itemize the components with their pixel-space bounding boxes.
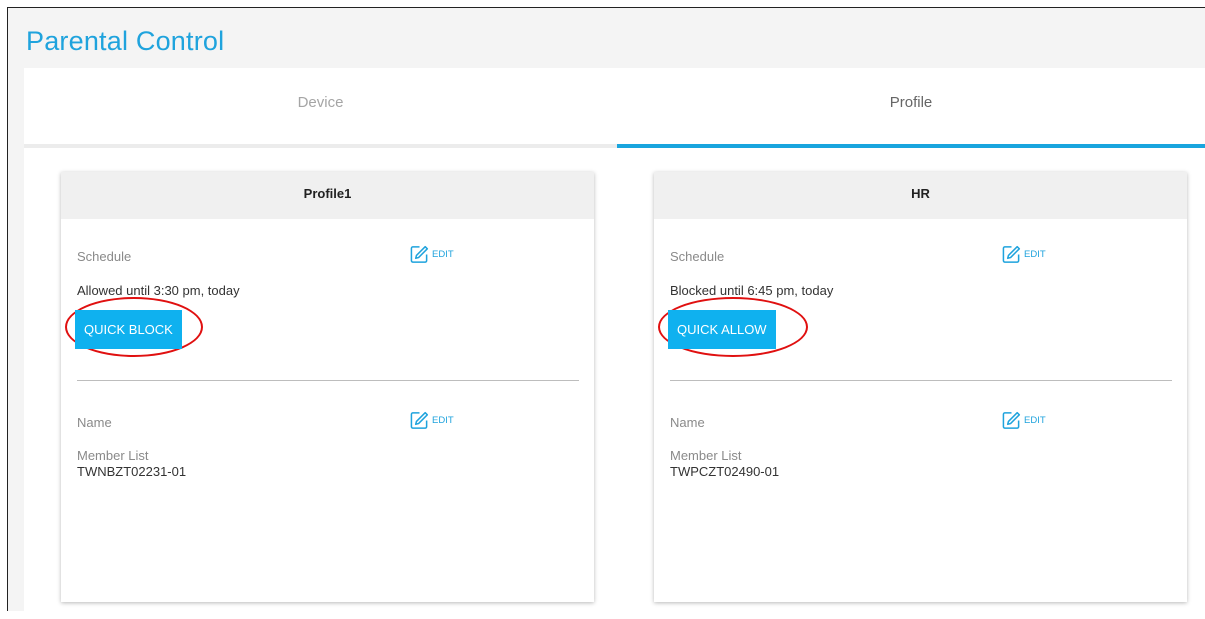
tab-device[interactable]: Device — [24, 68, 617, 148]
schedule-label: Schedule — [77, 249, 132, 264]
profile-card-hr: HR Schedule EDIT Blocked until 6:45 pm, … — [654, 172, 1187, 602]
member-list-label: Member List — [670, 448, 742, 463]
schedule-status: Blocked until 6:45 pm, today — [670, 283, 834, 298]
member-item: TWNBZT02231-01 — [77, 464, 187, 479]
name-edit-button[interactable]: EDIT — [410, 411, 454, 430]
schedule-status: Allowed until 3:30 pm, today — [77, 283, 240, 298]
edit-label: EDIT — [432, 415, 454, 426]
profile-content: Profile1 Schedule EDIT Allowed until 3:3… — [24, 148, 1205, 619]
app-frame: Parental Control Device Profile Profile1… — [7, 7, 1205, 619]
name-label: Name — [670, 415, 705, 430]
name-edit-button[interactable]: EDIT — [1002, 411, 1046, 430]
pencil-square-icon — [1002, 245, 1021, 263]
divider — [670, 380, 1172, 381]
name-label: Name — [77, 415, 112, 430]
member-list-label: Member List — [77, 448, 149, 463]
profile-card-title: Profile1 — [61, 172, 594, 219]
pencil-square-icon — [410, 411, 429, 429]
tab-bar: Device Profile — [24, 68, 1205, 148]
edit-label: EDIT — [432, 249, 454, 260]
pencil-square-icon — [410, 245, 429, 263]
quick-allow-button[interactable]: QUICK ALLOW — [668, 310, 776, 349]
tab-profile[interactable]: Profile — [617, 68, 1205, 148]
edit-label: EDIT — [1024, 249, 1046, 260]
edit-label: EDIT — [1024, 415, 1046, 426]
schedule-edit-button[interactable]: EDIT — [410, 245, 454, 264]
schedule-edit-button[interactable]: EDIT — [1002, 245, 1046, 264]
page-title: Parental Control — [26, 26, 225, 56]
profile-card-profile1: Profile1 Schedule EDIT Allowed until 3:3… — [61, 172, 594, 602]
divider — [77, 380, 579, 381]
pencil-square-icon — [1002, 411, 1021, 429]
schedule-label: Schedule — [670, 249, 725, 264]
quick-block-button[interactable]: QUICK BLOCK — [75, 310, 182, 349]
member-item: TWPCZT02490-01 — [670, 464, 780, 479]
profile-card-title: HR — [654, 172, 1187, 219]
